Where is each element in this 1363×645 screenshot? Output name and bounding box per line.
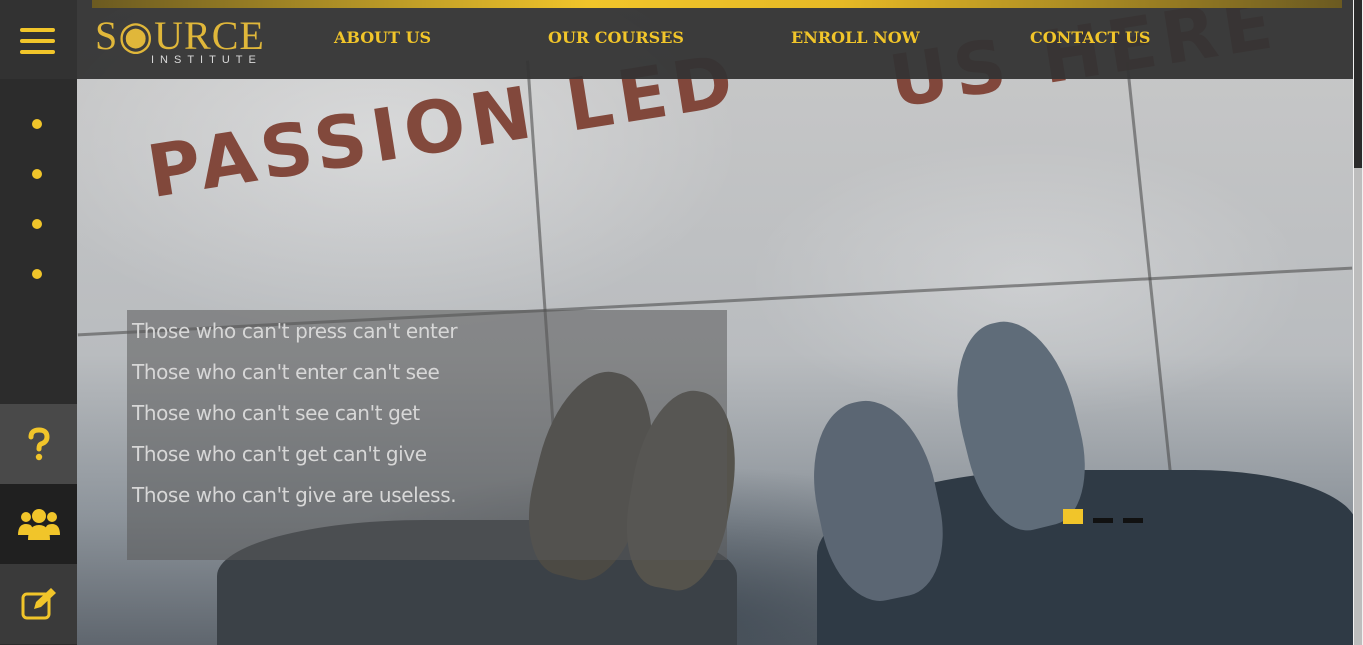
help-button[interactable] bbox=[0, 404, 77, 484]
scrollbar-thumb[interactable] bbox=[1354, 0, 1362, 168]
top-navigation-bar: S◉URCE INSTITUTE ABOUT US OUR COURSES EN… bbox=[0, 0, 1353, 79]
quote-line-5: Those who can't give are useless. bbox=[132, 483, 457, 507]
users-icon bbox=[17, 509, 60, 540]
section-dot-2[interactable] bbox=[32, 169, 42, 179]
edit-button[interactable] bbox=[0, 564, 77, 644]
quote-box: Those who can't press can't enter Those … bbox=[127, 310, 727, 560]
nav-our-courses[interactable]: OUR COURSES bbox=[548, 28, 684, 48]
nav-about-us[interactable]: ABOUT US bbox=[334, 28, 431, 48]
nav-enroll-now[interactable]: ENROLL NOW bbox=[791, 28, 920, 48]
site-logo[interactable]: S◉URCE INSTITUTE bbox=[95, 14, 265, 68]
question-icon bbox=[28, 427, 50, 461]
quote-line-3: Those who can't see can't get bbox=[132, 401, 420, 425]
nav-contact-us[interactable]: CONTACT US bbox=[1030, 28, 1150, 48]
hamburger-icon[interactable] bbox=[20, 28, 55, 54]
team-button[interactable] bbox=[0, 484, 77, 564]
section-dot-3[interactable] bbox=[32, 219, 42, 229]
quote-line-2: Those who can't enter can't see bbox=[132, 360, 440, 384]
logo-subtitle: INSTITUTE bbox=[151, 54, 262, 66]
section-dot-1[interactable] bbox=[32, 119, 42, 129]
quote-line-1: Those who can't press can't enter bbox=[132, 319, 458, 343]
top-accent-line bbox=[92, 0, 1342, 8]
page-scrollbar[interactable] bbox=[1353, 0, 1363, 645]
left-sidebar bbox=[0, 79, 77, 645]
section-dot-4[interactable] bbox=[32, 269, 42, 279]
quote-line-4: Those who can't get can't give bbox=[132, 442, 427, 466]
slide-indicator-1[interactable] bbox=[1063, 509, 1083, 524]
scrollbar-track[interactable] bbox=[1354, 168, 1362, 645]
slide-indicator-2[interactable] bbox=[1093, 518, 1113, 523]
logo-wordmark: S◉URCE bbox=[95, 13, 265, 58]
slide-indicator-3[interactable] bbox=[1123, 518, 1143, 523]
edit-icon bbox=[21, 588, 56, 620]
